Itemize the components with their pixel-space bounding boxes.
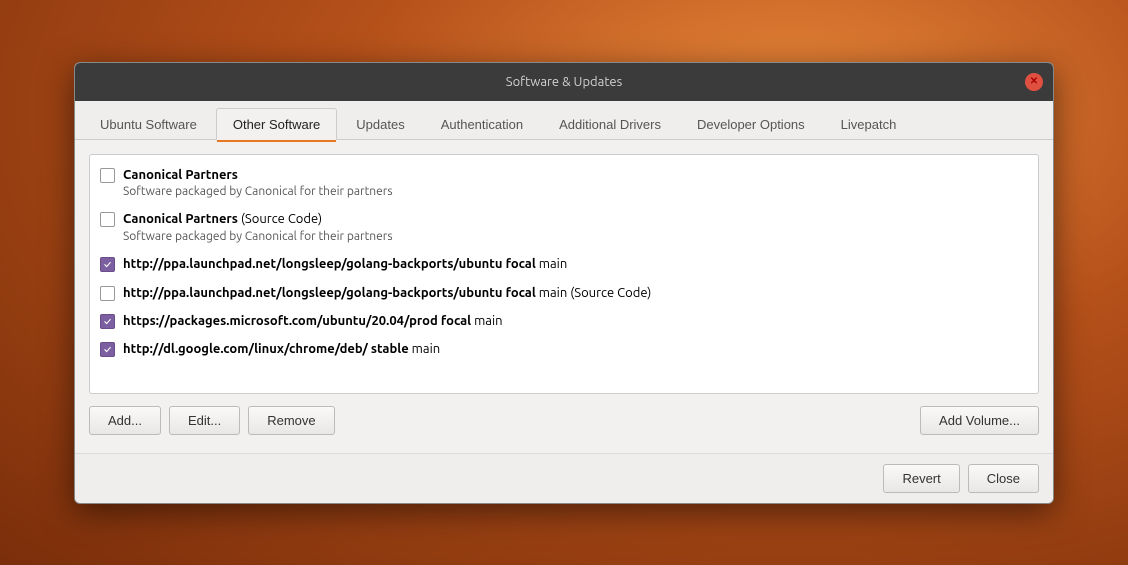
repo-text-golang-backports-source: http://ppa.launchpad.net/longsleep/golan… xyxy=(123,284,1028,302)
list-item[interactable]: Canonical Partners Software packaged by … xyxy=(90,161,1038,206)
repo-url-bold: http://dl.google.com/linux/chrome/deb/ s… xyxy=(123,342,409,356)
checkbox-icon[interactable] xyxy=(100,212,115,227)
repo-text-canonical-partners: Canonical Partners Software packaged by … xyxy=(123,166,1028,201)
tab-developer-options[interactable]: Developer Options xyxy=(680,108,822,140)
repo-url-suffix: main xyxy=(409,342,440,356)
repo-name: Canonical Partners xyxy=(123,212,238,226)
add-volume-button[interactable]: Add Volume... xyxy=(920,406,1039,435)
close-window-button[interactable]: ✕ xyxy=(1025,73,1043,91)
checkbox-icon[interactable] xyxy=(100,168,115,183)
repo-name: Canonical Partners xyxy=(123,168,238,182)
list-item[interactable]: http://dl.google.com/linux/chrome/deb/ s… xyxy=(90,335,1038,363)
left-button-group: Add... Edit... Remove xyxy=(89,406,335,435)
checkbox-google-chrome[interactable] xyxy=(100,342,115,357)
repo-url-suffix: main xyxy=(536,257,567,271)
titlebar: Software & Updates ✕ xyxy=(75,63,1053,101)
checkbox-golang-backports[interactable] xyxy=(100,257,115,272)
repo-name-suffix: (Source Code) xyxy=(241,212,322,226)
tab-other-software[interactable]: Other Software xyxy=(216,108,337,140)
checkbox-icon[interactable] xyxy=(100,314,115,329)
repository-list: Canonical Partners Software packaged by … xyxy=(89,154,1039,394)
repo-url-bold: https://packages.microsoft.com/ubuntu/20… xyxy=(123,314,471,328)
repo-url-bold: http://ppa.launchpad.net/longsleep/golan… xyxy=(123,286,536,300)
bottom-buttons: Add... Edit... Remove Add Volume... xyxy=(89,406,1039,439)
list-item[interactable]: Canonical Partners (Source Code) Softwar… xyxy=(90,205,1038,250)
add-button[interactable]: Add... xyxy=(89,406,161,435)
repo-text-microsoft-prod: https://packages.microsoft.com/ubuntu/20… xyxy=(123,312,1028,330)
repo-text-golang-backports: http://ppa.launchpad.net/longsleep/golan… xyxy=(123,255,1028,273)
repo-desc: Software packaged by Canonical for their… xyxy=(123,184,1028,201)
checkbox-microsoft-prod[interactable] xyxy=(100,314,115,329)
list-item[interactable]: http://ppa.launchpad.net/longsleep/golan… xyxy=(90,279,1038,307)
list-item[interactable]: http://ppa.launchpad.net/longsleep/golan… xyxy=(90,250,1038,278)
edit-button[interactable]: Edit... xyxy=(169,406,240,435)
tab-bar: Ubuntu Software Other Software Updates A… xyxy=(75,101,1053,140)
repo-text-canonical-partners-source: Canonical Partners (Source Code) Softwar… xyxy=(123,210,1028,245)
tab-authentication[interactable]: Authentication xyxy=(424,108,540,140)
main-content: Canonical Partners Software packaged by … xyxy=(75,140,1053,453)
tab-livepatch[interactable]: Livepatch xyxy=(824,108,914,140)
checkbox-golang-backports-source[interactable] xyxy=(100,286,115,301)
tab-additional-drivers[interactable]: Additional Drivers xyxy=(542,108,678,140)
revert-button[interactable]: Revert xyxy=(883,464,959,493)
checkbox-icon[interactable] xyxy=(100,257,115,272)
checkbox-icon[interactable] xyxy=(100,342,115,357)
software-updates-dialog: Software & Updates ✕ Ubuntu Software Oth… xyxy=(74,62,1054,504)
checkbox-canonical-partners-source[interactable] xyxy=(100,212,115,227)
close-button[interactable]: Close xyxy=(968,464,1039,493)
remove-button[interactable]: Remove xyxy=(248,406,334,435)
tab-ubuntu-software[interactable]: Ubuntu Software xyxy=(83,108,214,140)
list-item[interactable]: https://packages.microsoft.com/ubuntu/20… xyxy=(90,307,1038,335)
repo-url-suffix: main xyxy=(471,314,502,328)
repo-desc: Software packaged by Canonical for their… xyxy=(123,229,1028,246)
tab-updates[interactable]: Updates xyxy=(339,108,421,140)
checkbox-icon[interactable] xyxy=(100,286,115,301)
dialog-title: Software & Updates xyxy=(103,75,1025,89)
checkbox-canonical-partners[interactable] xyxy=(100,168,115,183)
repo-url-suffix: main (Source Code) xyxy=(536,286,652,300)
repo-url-bold: http://ppa.launchpad.net/longsleep/golan… xyxy=(123,257,536,271)
repo-text-google-chrome: http://dl.google.com/linux/chrome/deb/ s… xyxy=(123,340,1028,358)
close-icon: ✕ xyxy=(1030,77,1038,87)
dialog-footer: Revert Close xyxy=(75,453,1053,503)
